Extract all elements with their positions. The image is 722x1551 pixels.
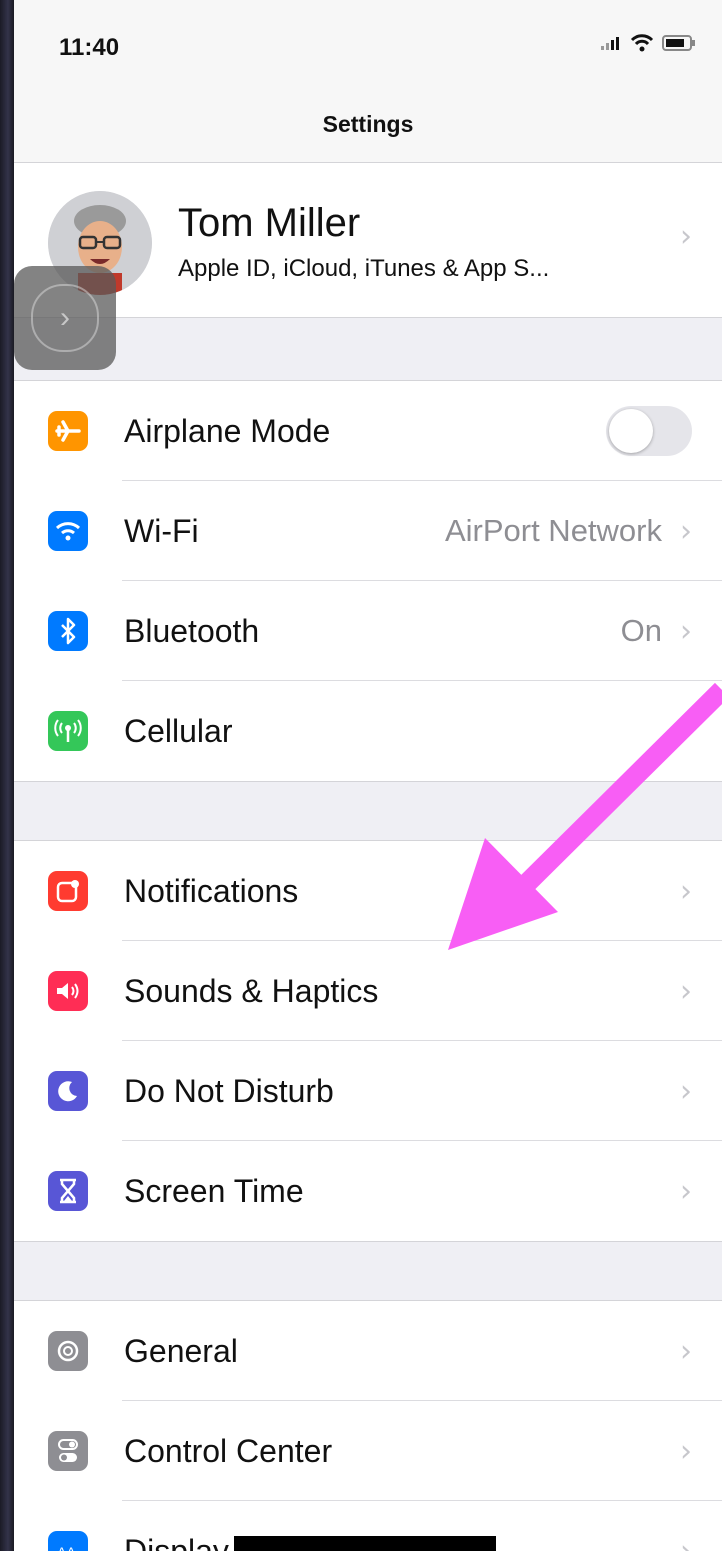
chevron-right-icon: › <box>680 1073 692 1109</box>
connectivity-group: Airplane Mode Wi-Fi AirPort Network › Bl… <box>14 380 722 782</box>
chevron-right-icon: › <box>680 219 692 254</box>
assistive-touch-button[interactable]: › <box>14 266 116 370</box>
general-label: General <box>124 1332 238 1369</box>
chevron-right-icon: › <box>680 973 692 1009</box>
airplane-mode-row[interactable]: Airplane Mode <box>14 381 722 481</box>
notifications-icon <box>48 871 88 911</box>
chevron-right-icon: › <box>31 284 99 352</box>
notifications-group: Notifications › Sounds & Haptics › Do No… <box>14 840 722 1242</box>
moon-icon <box>48 1071 88 1111</box>
wifi-network-value: AirPort Network <box>444 513 662 548</box>
airplane-icon <box>48 411 88 451</box>
chevron-right-icon: › <box>680 873 692 909</box>
do-not-disturb-row[interactable]: Do Not Disturb › <box>14 1041 722 1141</box>
general-row[interactable]: General › <box>14 1301 722 1401</box>
cover-bar <box>234 1536 496 1551</box>
profile-name: Tom Miller <box>178 201 361 245</box>
airplane-mode-label: Airplane Mode <box>124 412 331 449</box>
speaker-icon <box>48 971 88 1011</box>
chevron-right-icon: › <box>680 1433 692 1469</box>
bluetooth-label: Bluetooth <box>124 612 260 649</box>
profile-group: Tom Miller Apple ID, iCloud, iTunes & Ap… <box>14 162 722 318</box>
signal-icon <box>601 37 619 50</box>
screen-time-label: Screen Time <box>124 1172 304 1209</box>
bluetooth-row[interactable]: Bluetooth On › <box>14 581 722 681</box>
wifi-label: Wi-Fi <box>124 512 199 549</box>
wifi-status-icon <box>630 34 654 52</box>
status-time: 11:40 <box>59 34 120 61</box>
settings-screen: 11:40 Settings Tom Miller Apple ID, iClo… <box>14 0 722 1551</box>
chevron-right-icon: › <box>680 1533 692 1551</box>
chevron-right-icon: › <box>680 1173 692 1209</box>
gear-icon <box>48 1331 88 1371</box>
control-center-label: Control Center <box>124 1432 333 1469</box>
status-bar: 11:40 <box>14 0 722 90</box>
cellular-label: Cellular <box>124 712 233 749</box>
chevron-right-icon: › <box>680 713 692 749</box>
toggles-icon <box>48 1431 88 1471</box>
chevron-right-icon: › <box>680 1333 692 1369</box>
airplane-mode-toggle[interactable] <box>606 406 692 456</box>
control-center-row[interactable]: Control Center › <box>14 1401 722 1501</box>
display-icon: AA <box>48 1531 88 1551</box>
sounds-haptics-label: Sounds & Haptics <box>124 972 379 1009</box>
notifications-row[interactable]: Notifications › <box>14 841 722 941</box>
profile-subtitle: Apple ID, iCloud, iTunes & App S... <box>178 255 550 282</box>
wifi-row[interactable]: Wi-Fi AirPort Network › <box>14 481 722 581</box>
cellular-icon <box>48 711 88 751</box>
chevron-right-icon: › <box>680 513 692 549</box>
page-title: Settings <box>14 94 722 154</box>
status-icons <box>600 34 696 52</box>
svg-text:AA: AA <box>57 1544 76 1551</box>
sounds-haptics-row[interactable]: Sounds & Haptics › <box>14 941 722 1041</box>
do-not-disturb-label: Do Not Disturb <box>124 1072 334 1109</box>
bluetooth-value: On <box>620 613 662 648</box>
apple-id-row[interactable]: Tom Miller Apple ID, iCloud, iTunes & Ap… <box>14 163 722 317</box>
notifications-label: Notifications <box>124 872 299 909</box>
wifi-icon <box>48 511 88 551</box>
hourglass-icon <box>48 1171 88 1211</box>
bluetooth-icon <box>48 611 88 651</box>
screen-time-row[interactable]: Screen Time › <box>14 1141 722 1241</box>
cellular-row[interactable]: Cellular › <box>14 681 722 781</box>
battery-icon <box>662 35 695 51</box>
general-group: General › Control Center › AA Display & … <box>14 1300 722 1551</box>
chevron-right-icon: › <box>680 613 692 649</box>
